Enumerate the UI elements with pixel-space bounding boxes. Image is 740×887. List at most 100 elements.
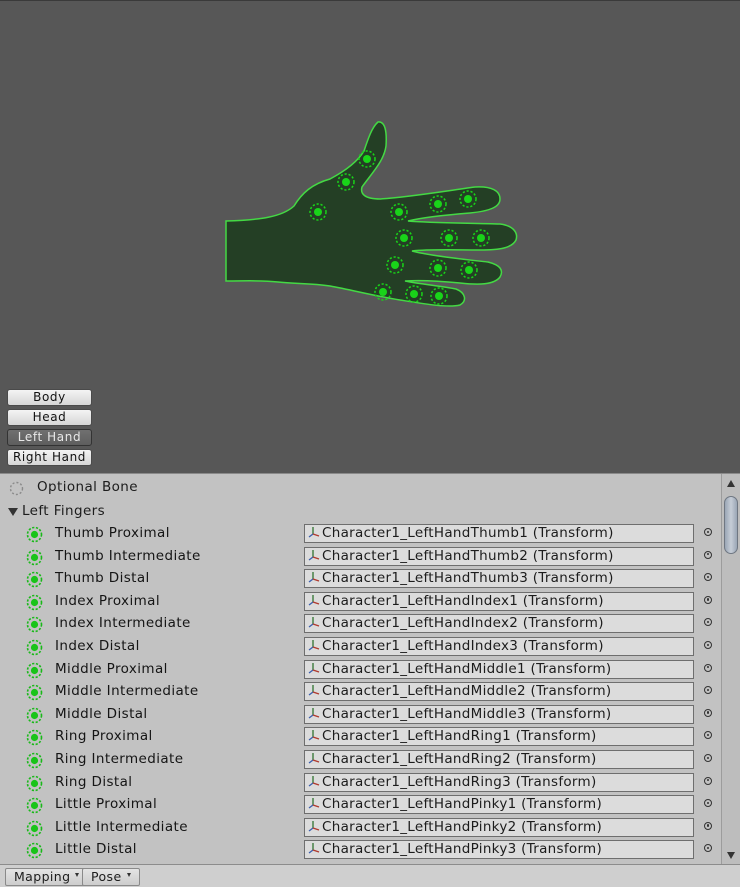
object-picker-icon[interactable] — [704, 799, 712, 808]
transform-icon — [308, 753, 320, 764]
transform-icon — [308, 798, 320, 809]
right-hand-button[interactable]: Right Hand — [7, 449, 92, 466]
object-picker-icon[interactable] — [704, 708, 712, 717]
transform-field[interactable]: Character1_LeftHandPinky3 (Transform) — [304, 840, 694, 860]
bone-row: Ring Proximal Character1_LeftHandRing1 (T… — [0, 726, 720, 748]
object-picker-icon[interactable] — [704, 641, 712, 649]
bone-label: Ring Distal — [55, 773, 133, 790]
transform-field[interactable]: Character1_LeftHandMiddle1 (Transform) — [304, 659, 694, 679]
head-button[interactable]: Head — [7, 409, 92, 426]
bottom-toolbar: Mapping Pose — [0, 864, 740, 887]
bone-row: Little Proximal Character1_LeftHandPinky1… — [0, 794, 720, 816]
transform-icon — [308, 775, 320, 787]
transform-value: Character1_LeftHandPinky3 (Transform) — [322, 841, 603, 858]
object-picker-icon[interactable] — [704, 844, 712, 853]
transform-value: Character1_LeftHandIndex3 (Transform) — [322, 638, 604, 654]
bone-label: Ring Proximal — [55, 728, 153, 745]
transform-field[interactable]: Character1_LeftHandRing2 (Transform) — [304, 750, 694, 769]
left-fingers-foldout[interactable]: Left Fingers — [8, 502, 308, 522]
bone-row: Ring Distal Character1_LeftHandRing3 (Tra… — [0, 772, 720, 794]
bone-row: Middle Distal Character1_LeftHandMiddle3 … — [0, 704, 720, 726]
object-picker-icon[interactable] — [704, 550, 712, 559]
transform-field[interactable]: Character1_LeftHandMiddle3 (Transform) — [304, 704, 694, 724]
transform-value: Character1_LeftHandPinky2 (Transform) — [322, 818, 603, 835]
optional-bone-label: Optional Bone — [37, 479, 138, 495]
transform-value: Character1_LeftHandMiddle3 (Transform) — [322, 705, 612, 722]
transform-field[interactable]: Character1_LeftHandThumb1 (Transform) — [304, 524, 694, 543]
left-hand-button[interactable]: Left Hand — [7, 429, 92, 446]
bone-label: Index Intermediate — [55, 615, 191, 632]
bone-row: Thumb Distal Character1_LeftHandThumb3 (T… — [0, 568, 720, 590]
required-bone-icon — [26, 775, 43, 791]
expand-triangle-icon[interactable] — [8, 508, 18, 516]
dropdown-caret-icon — [126, 873, 131, 877]
object-picker-icon[interactable] — [704, 663, 712, 672]
body-button[interactable]: Body — [7, 389, 92, 406]
required-bone-icon — [26, 639, 43, 656]
object-picker-icon[interactable] — [704, 821, 712, 830]
transform-field[interactable]: Character1_LeftHandRing1 (Transform) — [304, 727, 694, 747]
transform-field[interactable]: Character1_LeftHandRing3 (Transform) — [304, 772, 694, 792]
object-picker-icon[interactable] — [704, 776, 712, 785]
transform-icon — [308, 662, 320, 674]
transform-field[interactable]: Character1_LeftHandThumb2 (Transform) — [304, 546, 694, 566]
dropdown-caret-icon — [75, 873, 80, 877]
transform-value: Character1_LeftHandPinky1 (Transform) — [322, 796, 603, 813]
bone-label: Index Distal — [55, 638, 140, 654]
bone-row: Thumb Intermediate Character1_LeftHandThu… — [0, 546, 720, 568]
transform-field[interactable]: Character1_LeftHandMiddle2 (Transform) — [304, 682, 694, 702]
bone-row: Little Distal Character1_LeftHandPinky3 (… — [0, 839, 720, 861]
transform-field[interactable]: Character1_LeftHandIndex3 (Transform) — [304, 637, 694, 656]
bone-row: Middle Intermediate Character1_LeftHandMi… — [0, 681, 720, 703]
transform-value: Character1_LeftHandIndex1 (Transform) — [322, 592, 604, 609]
scroll-down-arrow-icon[interactable] — [727, 852, 735, 859]
bone-label: Little Distal — [55, 841, 137, 858]
transform-field[interactable]: Character1_LeftHandPinky1 (Transform) — [304, 795, 694, 815]
required-bone-icon — [26, 843, 43, 859]
object-picker-icon[interactable] — [704, 618, 712, 627]
bone-row: Index Proximal Character1_LeftHandIndex1 … — [0, 591, 720, 613]
required-bone-icon — [26, 662, 43, 678]
transform-icon — [308, 685, 320, 696]
required-bone-icon — [26, 617, 43, 633]
hand-diagram — [225, 121, 518, 307]
optional-bone-legend: Optional Bone — [0, 476, 400, 498]
transform-field[interactable]: Character1_LeftHandIndex1 (Transform) — [304, 591, 694, 611]
bone-label: Little Intermediate — [55, 818, 188, 835]
transform-icon — [308, 707, 320, 719]
object-picker-icon[interactable] — [704, 595, 712, 604]
transform-field[interactable]: Character1_LeftHandIndex2 (Transform) — [304, 614, 694, 634]
bone-row: Index Intermediate Character1_LeftHandInd… — [0, 613, 720, 635]
bone-label: Thumb Proximal — [55, 525, 170, 541]
transform-icon — [308, 594, 320, 606]
required-bone-icon — [26, 571, 43, 588]
object-picker-icon[interactable] — [704, 573, 712, 582]
required-bone-icon — [26, 730, 43, 746]
transform-field[interactable]: Character1_LeftHandPinky2 (Transform) — [304, 817, 694, 837]
bone-mapping-inspector: Optional Bone Left Fingers Thumb Proxima… — [0, 473, 740, 865]
bone-label: Index Proximal — [55, 592, 160, 609]
object-picker-icon[interactable] — [704, 528, 712, 536]
mapping-dropdown[interactable]: Mapping — [5, 868, 89, 886]
transform-value: Character1_LeftHandRing3 (Transform) — [322, 773, 597, 790]
bone-row: Index Distal Character1_LeftHandIndex3 (T… — [0, 636, 720, 658]
transform-value: Character1_LeftHandThumb1 (Transform) — [322, 525, 614, 541]
bone-label: Ring Intermediate — [55, 751, 184, 767]
object-picker-icon[interactable] — [704, 754, 712, 762]
object-picker-icon[interactable] — [704, 731, 712, 740]
scroll-thumb[interactable] — [724, 496, 738, 554]
transform-icon — [308, 617, 320, 628]
bone-label: Thumb Distal — [55, 570, 150, 587]
transform-field[interactable]: Character1_LeftHandThumb3 (Transform) — [304, 569, 694, 589]
scroll-up-arrow-icon[interactable] — [727, 480, 735, 487]
bone-row: Middle Proximal Character1_LeftHandMiddle… — [0, 659, 720, 681]
transform-value: Character1_LeftHandRing1 (Transform) — [322, 728, 597, 745]
transform-icon — [308, 527, 320, 538]
object-picker-icon[interactable] — [704, 686, 712, 695]
avatar-viewport: Body Head Left Hand Right Hand — [0, 0, 740, 473]
required-bone-icon — [26, 752, 43, 769]
transform-value: Character1_LeftHandMiddle2 (Transform) — [322, 683, 612, 700]
pose-dropdown[interactable]: Pose — [82, 868, 140, 886]
vertical-scrollbar[interactable] — [721, 474, 740, 865]
transform-icon — [308, 820, 320, 832]
